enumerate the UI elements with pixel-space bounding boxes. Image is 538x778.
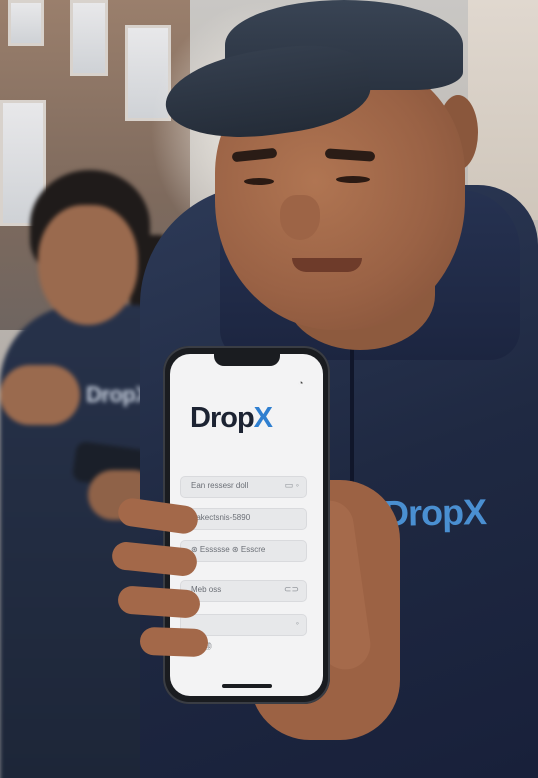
person-face (38, 205, 138, 325)
app-input-field[interactable]: Pakectsnis-5890 (180, 508, 307, 530)
app-input-field[interactable]: Ean ressesr doll ▭ ◦ (180, 476, 307, 498)
eye (336, 176, 370, 183)
app-logo-main: Drop (190, 402, 255, 434)
status-icon: ◔ (298, 378, 304, 388)
finger (139, 626, 209, 658)
app-logo: DropX (190, 402, 273, 435)
eye (244, 178, 274, 185)
building-window (8, 0, 44, 46)
smile (292, 258, 362, 272)
app-logo-accent: X (253, 402, 273, 434)
field-text: ⊛ Essssse ⊛ Esscre (191, 545, 266, 554)
field-text: Pakectsnis-5890 (191, 513, 251, 522)
field-icon: ⊂⊃ (283, 584, 299, 594)
person-hand (0, 365, 80, 425)
field-icon: ◦ (295, 618, 299, 628)
home-indicator (222, 684, 272, 688)
finger (117, 585, 201, 619)
building-window (70, 0, 108, 76)
field-icon: ▭ ◦ (284, 480, 299, 490)
phone-notch (214, 354, 280, 366)
nose (280, 195, 320, 240)
field-text: Ean ressesr doll (191, 481, 249, 490)
photo-scene: DropX DropX ◔ DropX Ean ressesr doll ▭ ◦… (0, 0, 538, 778)
app-option-row[interactable]: ⊛ Essssse ⊛ Esscre (180, 540, 307, 562)
